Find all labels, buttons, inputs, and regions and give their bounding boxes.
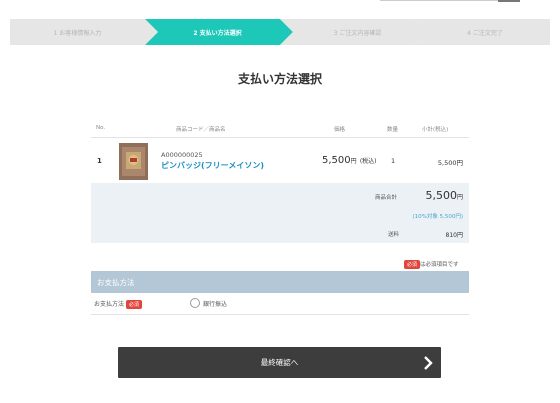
bank-transfer-label[interactable]: 銀行振込 bbox=[203, 299, 227, 308]
header-qty: 数量 bbox=[387, 127, 399, 133]
tax-note: (10%対象 5,500円) bbox=[412, 214, 463, 220]
price-unit: 円 bbox=[350, 158, 357, 165]
payment-section-header: お支払方法 bbox=[91, 271, 469, 293]
product-subtotal: 5,500円 bbox=[437, 159, 463, 167]
goods-total-unit: 円 bbox=[456, 194, 463, 201]
bank-transfer-radio[interactable] bbox=[190, 298, 200, 308]
step-4: 4 ご注文完了 bbox=[467, 29, 503, 37]
header-price: 価格 bbox=[334, 127, 346, 133]
page-title: 支払い方法選択 bbox=[237, 72, 322, 86]
goods-total-value: 5,500 bbox=[425, 189, 457, 202]
required-badge: 必須 bbox=[404, 260, 421, 269]
chevron-right-icon bbox=[424, 356, 433, 370]
payment-required-badge: 必須 bbox=[125, 300, 142, 309]
goods-total: 5,500円 bbox=[400, 189, 463, 202]
product-code: A000000025 bbox=[161, 151, 203, 159]
final-confirm-label: 最終確認へ bbox=[260, 358, 299, 367]
product-price: 5,500円 (税込) bbox=[322, 155, 377, 166]
required-note: 必須 は必須項目です bbox=[404, 260, 459, 269]
row-number: 1 bbox=[97, 157, 102, 165]
price-value: 5,500 bbox=[322, 155, 351, 166]
payment-method-label: お支払方法 必須 bbox=[94, 299, 142, 309]
payment-row-label: お支払方法 bbox=[94, 301, 125, 308]
goods-total-label: 商品合計 bbox=[375, 195, 398, 201]
header-divider bbox=[91, 137, 469, 138]
required-note-text: は必須項目です bbox=[420, 262, 459, 268]
product-name-link[interactable]: ピンバッジ(フリーメイソン) bbox=[161, 160, 264, 171]
product-thumbnail[interactable] bbox=[119, 143, 148, 180]
payment-section-title: お支払方法 bbox=[97, 278, 135, 287]
checkout-progress: 1 お客様情報入力 2 支払い方法選択 3 ご注文内容確認 4 ご注文完了 bbox=[10, 19, 550, 45]
product-qty: 1 bbox=[391, 157, 396, 165]
step-2-current: 2 支払い方法選択 bbox=[193, 29, 242, 37]
payment-divider bbox=[91, 314, 469, 315]
step-3: 3 ご注文内容確認 bbox=[333, 29, 382, 37]
shipping-label: 送料 bbox=[388, 232, 400, 238]
top-edge-button bbox=[498, 0, 520, 2]
price-tax-label: (税込) bbox=[359, 158, 377, 165]
header-subtotal: 小計(税込) bbox=[422, 127, 449, 133]
pin-badge-image bbox=[119, 143, 148, 180]
header-product: 商品コード／商品名 bbox=[176, 127, 226, 133]
shipping-value: 810円 bbox=[445, 232, 463, 239]
header-no: No. bbox=[96, 125, 106, 131]
step-1: 1 お客様情報入力 bbox=[53, 29, 102, 37]
final-confirm-button[interactable]: 最終確認へ bbox=[118, 347, 441, 378]
